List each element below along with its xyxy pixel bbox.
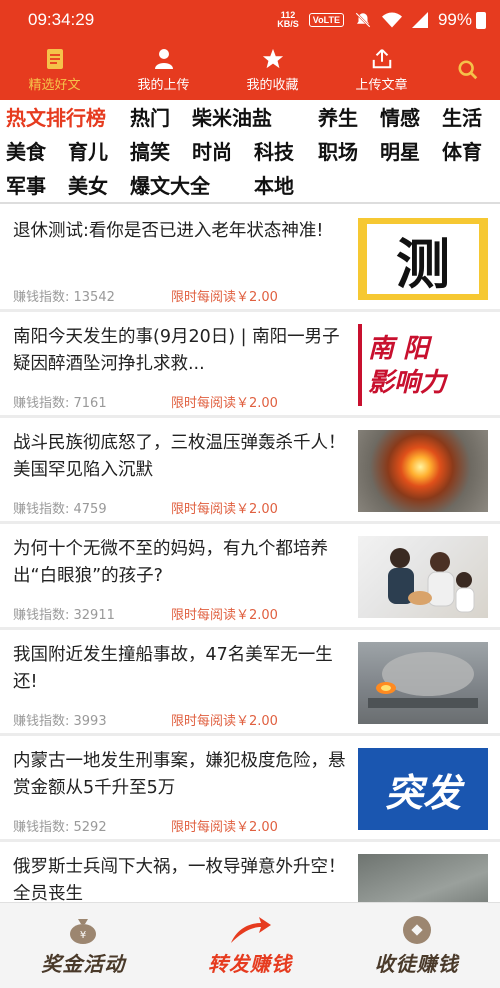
coin-icon xyxy=(402,915,431,944)
network-speed-unit: KB/S xyxy=(277,19,299,29)
article-thumbnail: 测 xyxy=(358,218,488,300)
article-score: 赚钱指数: 5292 xyxy=(13,820,107,835)
article-score: 赚钱指数: 3993 xyxy=(13,714,107,729)
money-bag-icon: ¥ xyxy=(70,918,97,944)
article-reward: 限时每阅读￥2.00 xyxy=(171,608,278,623)
thumb-caption: 测 xyxy=(367,224,479,296)
category-funny[interactable]: 搞笑 xyxy=(130,136,170,168)
article-title: 战斗民族彻底怒了，三枚温压弹轰杀千人！美国罕见陷入沉默 xyxy=(13,433,346,480)
category-health[interactable]: 养生 xyxy=(318,102,358,134)
wifi-icon xyxy=(381,12,402,28)
article-thumbnail: 南 阳 影响力 xyxy=(358,324,488,406)
article-thumbnail xyxy=(358,642,488,724)
share-arrow-icon xyxy=(231,916,271,943)
article-thumbnail xyxy=(358,430,488,512)
search-icon xyxy=(458,60,478,80)
mute-icon xyxy=(355,12,371,28)
tab-my-favorites-label: 我的收藏 xyxy=(246,77,299,93)
thumb-caption: 南 阳 影响力 xyxy=(368,334,447,398)
article-thumbnail xyxy=(358,854,488,902)
article-title: 南阳今天发生的事(9月20日) | 南阳一男子疑因醉酒坠河挣扎求救... xyxy=(13,327,340,374)
tab-my-favorites[interactable]: 我的收藏 xyxy=(218,40,327,100)
article-reward: 限时每阅读￥2.00 xyxy=(171,502,278,517)
article-item[interactable]: 退休测试:看你是否已进入老年状态神准! 赚钱指数: 13542 限时每阅读￥2.… xyxy=(0,206,500,312)
category-parenting[interactable]: 育儿 xyxy=(68,136,108,168)
article-title: 我国附近发生撞船事故，47名美军无一生还! xyxy=(13,645,333,692)
ship-smoke-photo xyxy=(368,652,478,708)
tab-upload-article-label: 上传文章 xyxy=(355,77,408,93)
category-viral[interactable]: 爆文大全 xyxy=(130,170,210,202)
bottom-tab-share-label: 转发赚钱 xyxy=(208,951,292,976)
family-photo xyxy=(388,548,475,613)
search-button[interactable] xyxy=(436,40,500,100)
article-list: 退休测试:看你是否已进入老年状态神准! 赚钱指数: 13542 限时每阅读￥2.… xyxy=(0,206,500,902)
svg-text:¥: ¥ xyxy=(80,930,86,941)
status-time: 09:34:29 xyxy=(28,10,95,29)
article-item[interactable]: 南阳今天发生的事(9月20日) | 南阳一男子疑因醉酒坠河挣扎求救... 赚钱指… xyxy=(0,312,500,418)
article-thumbnail xyxy=(358,536,488,618)
category-beauty[interactable]: 美女 xyxy=(68,170,108,202)
article-item[interactable]: 战斗民族彻底怒了，三枚温压弹轰杀千人！美国罕见陷入沉默 赚钱指数: 4759 限… xyxy=(0,418,500,524)
article-reward: 限时每阅读￥2.00 xyxy=(171,714,278,729)
category-fashion[interactable]: 时尚 xyxy=(192,136,232,168)
category-hot[interactable]: 热门 xyxy=(130,102,170,134)
article-title: 退休测试:看你是否已进入老年状态神准! xyxy=(13,221,324,241)
article-title: 俄罗斯士兵闯下大祸，一枚导弹意外升空！全员丧生 xyxy=(13,857,346,902)
category-tech[interactable]: 科技 xyxy=(254,136,294,168)
bottom-tab-recruit[interactable]: 收徒赚钱 xyxy=(333,903,500,988)
network-speed: 112 KB/S xyxy=(277,11,299,29)
article-score: 赚钱指数: 32911 xyxy=(13,608,115,623)
category-life[interactable]: 生活 xyxy=(442,102,482,134)
bottom-tab-bonus-label: 奖金活动 xyxy=(41,951,126,976)
battery-icon xyxy=(476,11,486,29)
article-item[interactable]: 内蒙古一地发生刑事案，嫌犯极度危险，悬赏金额从5千升至5万 赚钱指数: 5292… xyxy=(0,736,500,842)
category-household[interactable]: 柴米油盐 xyxy=(192,102,272,134)
article-item[interactable]: 俄罗斯士兵闯下大祸，一枚导弹意外升空！全员丧生 xyxy=(0,842,500,902)
bottom-tab-share[interactable]: 转发赚钱 xyxy=(167,903,334,988)
bottom-tab-recruit-label: 收徒赚钱 xyxy=(374,951,459,976)
tab-my-uploads-label: 我的上传 xyxy=(137,77,190,93)
category-bar: 热文排行榜 热门 柴米油盐 养生 情感 生活 美食 育儿 搞笑 时尚 科技 职场… xyxy=(0,100,500,204)
battery-level: 99% xyxy=(437,10,472,29)
tab-featured[interactable]: 精选好文 xyxy=(0,40,109,100)
category-stars[interactable]: 明星 xyxy=(380,136,420,168)
thumb-caption: 突发 xyxy=(384,770,461,815)
article-title: 为何十个无微不至的妈妈，有九个都培养出“白眼狼”的孩子? xyxy=(13,539,328,586)
status-icons: 112 KB/S VoLTE 99% xyxy=(277,10,486,30)
article-score: 赚钱指数: 7161 xyxy=(13,396,107,411)
category-food[interactable]: 美食 xyxy=(6,136,46,168)
volte-badge: VoLTE xyxy=(308,13,344,27)
article-item[interactable]: 为何十个无微不至的妈妈，有九个都培养出“白眼狼”的孩子? 赚钱指数: 32911… xyxy=(0,524,500,630)
article-reward: 限时每阅读￥2.00 xyxy=(171,396,278,411)
article-score: 赚钱指数: 4759 xyxy=(13,502,107,517)
bottom-bar: ¥ 奖金活动 转发赚钱 收徒赚钱 xyxy=(0,902,500,988)
category-hot-ranking[interactable]: 热文排行榜 xyxy=(6,102,106,134)
article-item[interactable]: 我国附近发生撞船事故，47名美军无一生还! 赚钱指数: 3993 限时每阅读￥2… xyxy=(0,630,500,736)
article-score: 赚钱指数: 13542 xyxy=(13,290,115,305)
category-military[interactable]: 军事 xyxy=(6,170,46,202)
person-icon xyxy=(154,48,173,69)
tab-my-uploads[interactable]: 我的上传 xyxy=(109,40,218,100)
article-title: 内蒙古一地发生刑事案，嫌犯极度危险，悬赏金额从5千升至5万 xyxy=(13,751,346,798)
category-emotion[interactable]: 情感 xyxy=(380,102,420,134)
upload-icon xyxy=(372,48,391,68)
article-reward: 限时每阅读￥2.00 xyxy=(171,820,278,835)
category-local[interactable]: 本地 xyxy=(254,170,294,202)
article-thumbnail: 突发 xyxy=(358,748,488,830)
status-bar: 09:34:29 112 KB/S VoLTE 99% xyxy=(0,0,500,40)
document-icon xyxy=(46,48,63,69)
battery: 99% xyxy=(438,10,486,30)
category-workplace[interactable]: 职场 xyxy=(318,136,358,168)
signal-icon xyxy=(411,12,428,28)
bottom-tab-bonus[interactable]: ¥ 奖金活动 xyxy=(0,903,167,988)
top-nav: 精选好文 我的上传 我的收藏 上传文章 xyxy=(0,40,500,100)
category-sports[interactable]: 体育 xyxy=(442,136,482,168)
star-icon xyxy=(262,48,283,68)
tab-featured-label: 精选好文 xyxy=(28,77,81,93)
tab-upload-article[interactable]: 上传文章 xyxy=(327,40,436,100)
article-reward: 限时每阅读￥2.00 xyxy=(171,290,278,305)
